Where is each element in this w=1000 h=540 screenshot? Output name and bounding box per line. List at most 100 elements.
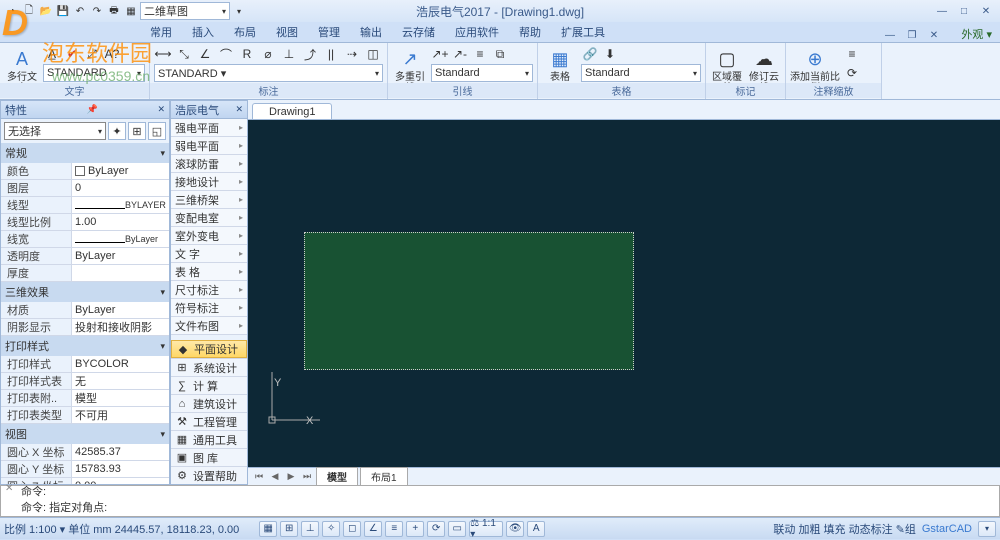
close-catpanel-icon[interactable]: ✕: [235, 104, 243, 115]
text-style-combo[interactable]: STANDARD▾: [43, 64, 145, 82]
properties-header[interactable]: 特性 📌 ✕: [1, 101, 169, 119]
check-icon[interactable]: ✔: [63, 45, 81, 63]
cat-item[interactable]: 文件布图▸: [171, 317, 247, 335]
cmd-close-icon[interactable]: ✕: [5, 483, 19, 499]
prop-row[interactable]: 打印表类型不可用: [1, 407, 169, 424]
prop-row[interactable]: 圆心 Y 坐标15783.93: [1, 461, 169, 478]
snap-icon[interactable]: ▦: [259, 521, 277, 537]
prop-row[interactable]: 图层0: [1, 180, 169, 197]
polar-icon[interactable]: ✧: [322, 521, 340, 537]
nav-item[interactable]: ⊞系统设计: [171, 358, 247, 376]
table-extract-icon[interactable]: ⬇: [601, 45, 619, 63]
dim-arc-icon[interactable]: ⌒: [217, 45, 235, 63]
table-style-combo[interactable]: Standard▾: [581, 64, 701, 82]
doc-tab-drawing1[interactable]: Drawing1: [252, 103, 332, 119]
leader-align-icon[interactable]: ≡: [471, 45, 489, 63]
dim-style-combo[interactable]: STANDARD ▾▾: [154, 64, 383, 82]
prop-row[interactable]: 阴影显示投射和接收阴影: [1, 319, 169, 336]
dim-continue-icon[interactable]: ⇢: [343, 45, 361, 63]
osnap-icon[interactable]: ◻: [343, 521, 361, 537]
dim-tol-icon[interactable]: ◫: [364, 45, 382, 63]
cat-item[interactable]: 变配电室▸: [171, 209, 247, 227]
grid-icon[interactable]: ⊞: [280, 521, 298, 537]
workspace-combo[interactable]: 二维草图▾: [140, 2, 230, 20]
cat-item[interactable]: 尺寸标注▸: [171, 281, 247, 299]
tab-view[interactable]: 视图: [266, 22, 308, 42]
tab-output[interactable]: 输出: [350, 22, 392, 42]
dim-radius-icon[interactable]: R: [238, 45, 256, 63]
annoscale-icon[interactable]: ⚖ 1:1 ▾: [469, 521, 503, 537]
find-icon[interactable]: A?: [103, 45, 121, 63]
ortho-icon[interactable]: ⊥: [301, 521, 319, 537]
nav-item[interactable]: ◆平面设计: [171, 340, 247, 358]
doc-close-button[interactable]: ✕: [924, 28, 944, 42]
dim-diameter-icon[interactable]: ⌀: [259, 45, 277, 63]
cat-item[interactable]: 室外变电▸: [171, 227, 247, 245]
prop-row[interactable]: 厚度: [1, 265, 169, 282]
prop-group-print[interactable]: 打印样式: [1, 336, 169, 356]
table-link-icon[interactable]: 🔗: [581, 45, 599, 63]
autoscale-icon[interactable]: A: [527, 521, 545, 537]
prop-row[interactable]: 材质ByLayer: [1, 302, 169, 319]
cat-item[interactable]: 表 格▸: [171, 263, 247, 281]
new-icon[interactable]: 🗋: [21, 3, 37, 19]
tab-extend[interactable]: 扩展工具: [551, 22, 615, 42]
status-menu-icon[interactable]: ▾: [978, 521, 996, 537]
scale-sync-icon[interactable]: ⟳: [843, 64, 861, 82]
maximize-button[interactable]: □: [954, 4, 974, 18]
dyn-icon[interactable]: +: [406, 521, 424, 537]
leader-style-combo[interactable]: Standard▾: [431, 64, 533, 82]
nav-item[interactable]: ▦通用工具: [171, 430, 247, 448]
prop-row[interactable]: 打印样式BYCOLOR: [1, 356, 169, 373]
nav-item[interactable]: ∑计 算: [171, 376, 247, 394]
close-button[interactable]: ✕: [976, 4, 996, 18]
drawing-canvas[interactable]: YX: [248, 120, 1000, 467]
tab-layout[interactable]: 布局: [224, 22, 266, 42]
dim-ordinate-icon[interactable]: ⊥: [280, 45, 298, 63]
prop-row[interactable]: 线型比例1.00: [1, 214, 169, 231]
pin-icon[interactable]: 📌: [87, 104, 98, 115]
selection-combo[interactable]: 无选择▾: [4, 122, 106, 140]
dim-jog-icon[interactable]: ⤴: [301, 45, 319, 63]
selectobj-icon[interactable]: ◱: [148, 122, 166, 140]
redo-icon[interactable]: ↷: [89, 3, 105, 19]
scale-text-icon[interactable]: ⤢: [83, 45, 101, 63]
dim-angular-icon[interactable]: ∠: [196, 45, 214, 63]
prop-row[interactable]: 颜色ByLayer: [1, 163, 169, 180]
pickadd-icon[interactable]: ⊞: [128, 122, 146, 140]
nav-item[interactable]: ▣图 库: [171, 448, 247, 466]
cat-item[interactable]: 弱电平面▸: [171, 137, 247, 155]
print-icon[interactable]: 🖶: [106, 3, 122, 19]
cat-item[interactable]: 滚球防雷▸: [171, 155, 247, 173]
save-icon[interactable]: 💾: [55, 3, 71, 19]
layout-first-icon[interactable]: ⏮: [252, 470, 266, 484]
lweight-icon[interactable]: ≡: [385, 521, 403, 537]
status-coords[interactable]: 比例 1:100 ▾ 单位 mm 24445.57, 18118.23, 0.0…: [4, 521, 239, 537]
app-menu-icon[interactable]: ◔: [4, 3, 20, 19]
prop-row[interactable]: 线宽 ByLayer: [1, 231, 169, 248]
tab-help[interactable]: 帮助: [509, 22, 551, 42]
prop-group-three_d[interactable]: 三维效果: [1, 282, 169, 302]
nav-item[interactable]: ⚙设置帮助: [171, 466, 247, 484]
doc-restore-button[interactable]: ❐: [902, 28, 922, 42]
cat-item[interactable]: 接地设计▸: [171, 173, 247, 191]
tab-common[interactable]: 常用: [140, 22, 182, 42]
table-button[interactable]: ▦ 表格: [542, 45, 578, 83]
category-header[interactable]: 浩辰电气 ✕: [171, 101, 247, 119]
appearance-menu[interactable]: 外观 ▾: [961, 26, 992, 42]
scale-list-icon[interactable]: ≡: [843, 45, 861, 63]
dim-linear-icon[interactable]: ⟷: [154, 45, 172, 63]
prop-row[interactable]: 线型 BYLAYER: [1, 197, 169, 214]
tab-apps[interactable]: 应用软件: [445, 22, 509, 42]
nav-item[interactable]: ⚒工程管理: [171, 412, 247, 430]
tab-cloud[interactable]: 云存储: [392, 22, 445, 42]
doc-minimize-button[interactable]: —: [880, 28, 900, 42]
cat-item[interactable]: 三维桥架▸: [171, 191, 247, 209]
qat-more-icon[interactable]: ▾: [231, 3, 247, 19]
prop-group-view[interactable]: 视图: [1, 424, 169, 444]
layout-prev-icon[interactable]: ◀: [268, 470, 282, 484]
nav-item[interactable]: ⌂建筑设计: [171, 394, 247, 412]
layout-last-icon[interactable]: ⏭: [300, 470, 314, 484]
leader-remove-icon[interactable]: ↗-: [451, 45, 469, 63]
cat-item[interactable]: 文 字▸: [171, 245, 247, 263]
